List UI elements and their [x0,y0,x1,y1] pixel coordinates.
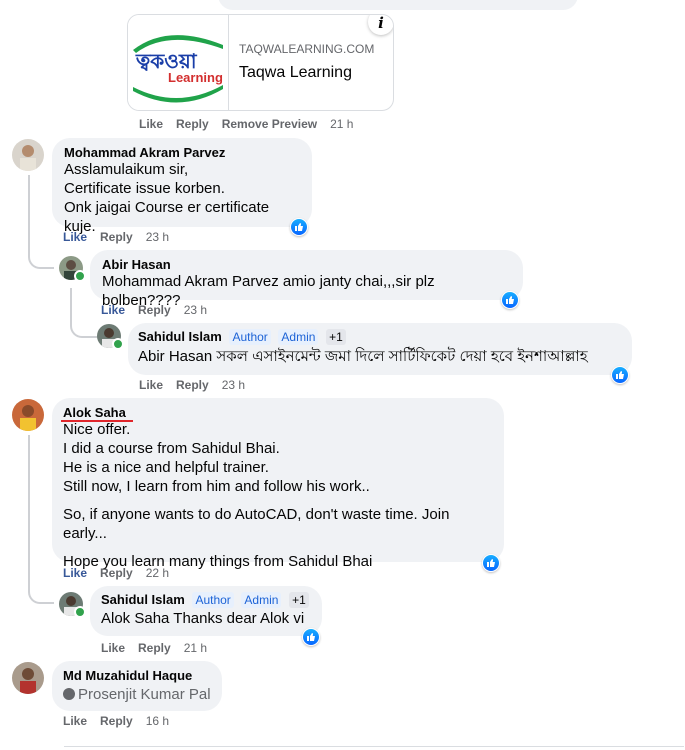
comment-bubble: Md Muzahidul Haque Prosenjit Kumar Pal [52,661,222,711]
like-button[interactable]: Like [139,117,163,131]
comment-line: So, if anyone wants to do AutoCAD, don't… [63,506,450,542]
comment-author[interactable]: Abir Hasan [102,257,511,272]
comment-author-row: Sahidul Islam Author Admin +1 [101,592,311,608]
comment-actions: Like Reply 23 h [139,378,245,392]
preview-title[interactable]: Taqwa Learning [239,64,352,82]
reply-button[interactable]: Reply [176,117,209,131]
online-status-icon [74,270,86,282]
timestamp[interactable]: 23 h [184,303,207,317]
timestamp[interactable]: 23 h [222,378,245,392]
like-reaction-icon[interactable] [302,628,320,646]
like-reaction-icon[interactable] [290,218,308,236]
comment-actions: Like Reply 23 h [101,303,207,317]
like-reaction-icon[interactable] [501,291,519,309]
reply-button[interactable]: Reply [176,378,209,392]
comment-body: Thanks dear Alok vi [169,610,305,627]
like-button[interactable]: Like [101,303,125,317]
like-reaction-icon[interactable] [611,366,629,384]
logo-learning-text: Learning [168,70,223,85]
comment-author[interactable]: Alok Saha [63,405,493,420]
comment-author[interactable]: Sahidul Islam [138,329,222,344]
like-button[interactable]: Like [63,714,87,728]
reply-button[interactable]: Reply [100,566,133,580]
comment-line: Asslamulaikum sir, [64,161,189,178]
like-reaction-icon[interactable] [482,554,500,572]
comment-line: Certificate issue korben. [64,180,225,197]
like-button[interactable]: Like [101,641,125,655]
author-badge[interactable]: Author [192,592,234,608]
mention-link[interactable]: Alok Saha [101,610,169,627]
thread-line [28,435,54,604]
comment-line: I did a course from Sahidul Bhai. [63,440,280,457]
comment-bubble: Sahidul Islam Author Admin +1 Abir Hasan… [128,323,632,375]
comment-bubble: Sahidul Islam Author Admin +1 Alok Saha … [90,586,322,636]
comment-author[interactable]: Md Muzahidul Haque [63,668,211,683]
author-badge[interactable]: Author [229,329,271,345]
more-badges[interactable]: +1 [326,329,346,345]
online-status-icon [112,338,124,350]
comment-author-row: Sahidul Islam Author Admin +1 [138,329,622,345]
avatar[interactable] [12,399,44,431]
comment-actions: Like Reply 22 h [63,566,169,580]
timestamp[interactable]: 21 h [184,641,207,655]
mention-link[interactable]: Mohammad Akram Parvez [102,273,279,290]
preview-actions: Like Reply Remove Preview 21 h [139,117,353,131]
remove-preview-button[interactable]: Remove Preview [222,117,317,131]
comment-body: সকল এসাইনমেন্ট জমা দিলে সার্টিফিকেট দেয়… [212,348,588,365]
timestamp[interactable]: 22 h [146,566,169,580]
reply-button[interactable]: Reply [100,230,133,244]
avatar[interactable] [12,662,44,694]
thread-line [28,175,54,269]
preview-domain: TAQWALEARNING.COM [239,42,375,56]
comment-bubble: Abir Hasan Mohammad Akram Parvez amio ja… [90,250,523,309]
admin-badge[interactable]: Admin [241,592,282,608]
timestamp[interactable]: 16 h [146,714,169,728]
timestamp[interactable]: 21 h [330,117,353,131]
author-underline [61,420,133,422]
avatar[interactable] [12,139,44,171]
comment-author[interactable]: Mohammad Akram Parvez [64,145,300,160]
like-button[interactable]: Like [63,230,87,244]
info-icon[interactable]: i [368,14,393,35]
reply-button[interactable]: Reply [100,714,133,728]
reply-button[interactable]: Reply [138,303,171,317]
link-preview-card[interactable]: ত্বকওয়া Learning TAQWALEARNING.COM Taqw… [127,14,394,111]
info-icon-glyph: i [378,14,384,32]
tagged-user[interactable]: Prosenjit Kumar Pal [63,685,211,704]
like-button[interactable]: Like [139,378,163,392]
online-status-icon [74,606,86,618]
more-badges[interactable]: +1 [289,592,309,608]
comment-actions: Like Reply 21 h [101,641,207,655]
previous-comment-bubble: …… …… …… …… [218,0,578,10]
comment-author[interactable]: Sahidul Islam [101,592,185,607]
comment-text: Abir Hasan সকল এসাইনমেন্ট জমা দিলে সার্ট… [138,347,622,366]
thread-line [70,288,98,338]
comment-text: Alok Saha Thanks dear Alok vi [101,609,311,628]
comment-actions: Like Reply 23 h [63,230,169,244]
comment-line: Nice offer. [63,421,131,438]
preview-logo: ত্বকওয়া Learning [128,15,229,110]
reply-button[interactable]: Reply [138,641,171,655]
timestamp[interactable]: 23 h [146,230,169,244]
comment-line: Still now, I learn from him and follow h… [63,478,370,495]
comment-bubble: Alok Saha Nice offer. I did a course fro… [52,398,504,570]
comment-actions: Like Reply 16 h [63,714,169,728]
tag-icon [63,688,75,700]
previous-comment-fragment: …… …… …… …… [338,0,444,1]
admin-badge[interactable]: Admin [278,329,319,345]
comment-bubble: Mohammad Akram Parvez Asslamulaikum sir,… [52,138,312,235]
tagged-user-name[interactable]: Prosenjit Kumar Pal [78,686,211,703]
like-button[interactable]: Like [63,566,87,580]
comment-line: He is a nice and helpful trainer. [63,459,269,476]
mention-link[interactable]: Abir Hasan [138,348,212,365]
divider [64,746,684,747]
